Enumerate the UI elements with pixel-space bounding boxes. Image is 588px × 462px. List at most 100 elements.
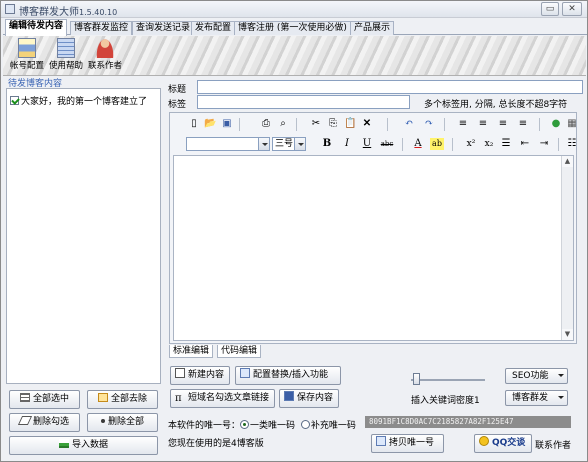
editor-scrollbar[interactable]: ▲ ▼ bbox=[561, 156, 573, 340]
account-config-tool[interactable]: 帐号配置 bbox=[9, 38, 45, 74]
seo-dropdown[interactable]: SEO功能 bbox=[505, 368, 568, 384]
superscript-icon[interactable]: x² bbox=[465, 138, 477, 150]
font-family-select[interactable] bbox=[186, 137, 270, 151]
editor-content-area[interactable]: ▲ ▼ bbox=[173, 155, 574, 341]
ordered-list-icon[interactable]: ☰ bbox=[500, 138, 512, 150]
strikethrough-icon[interactable]: abc bbox=[378, 138, 396, 150]
import-data-button[interactable]: 导入数据 bbox=[9, 436, 158, 455]
new-content-button[interactable]: 新建内容 bbox=[170, 366, 230, 385]
title-bar: 博客群发大师1.5.40.10 ▭ ✕ bbox=[1, 1, 587, 18]
cut-icon[interactable]: ✂ bbox=[310, 118, 322, 130]
paste-icon[interactable]: 📋 bbox=[344, 118, 356, 130]
list-item[interactable]: 大家好，我的第一个博客建立了 bbox=[10, 94, 147, 107]
help-tool[interactable]: 使用帮助 bbox=[48, 38, 84, 74]
title-label: 标题 bbox=[168, 85, 187, 95]
font-color-icon[interactable]: A bbox=[412, 138, 424, 150]
bold-icon[interactable]: B bbox=[321, 138, 333, 150]
tags-label: 标签 bbox=[168, 100, 187, 110]
tab-edit-content[interactable]: 编辑待发内容 bbox=[5, 19, 68, 36]
short-link-button[interactable]: π 短域名勾选文章链接 bbox=[170, 389, 275, 408]
toolbar-separator bbox=[402, 138, 403, 151]
color-icon[interactable]: ● bbox=[550, 118, 562, 130]
close-button[interactable]: ✕ bbox=[562, 2, 582, 16]
print-icon[interactable]: ⎙ bbox=[260, 118, 272, 130]
post-list: 大家好，我的第一个博客建立了 bbox=[6, 88, 161, 384]
dot-icon bbox=[100, 419, 105, 423]
tags-input[interactable] bbox=[197, 95, 410, 109]
table-icon[interactable]: ▦ bbox=[566, 118, 578, 130]
new-doc-icon[interactable]: ▯ bbox=[188, 118, 200, 130]
tab-send-records[interactable]: 查询发送记录 bbox=[132, 21, 195, 35]
indent-icon[interactable]: ⇥ bbox=[538, 138, 550, 150]
open-folder-icon[interactable]: 📂 bbox=[204, 118, 216, 130]
keyword-density-slider[interactable] bbox=[411, 373, 485, 385]
version-note: 您现在使用的是4博客版 bbox=[168, 439, 264, 449]
outdent-icon[interactable]: ⇤ bbox=[519, 138, 531, 150]
left-panel: 待发博客内容 大家好，我的第一个博客建立了 全部选中 全部去除 删除勾选 删除全… bbox=[4, 76, 163, 461]
undo-icon[interactable]: ↶ bbox=[403, 118, 415, 130]
subscript-icon[interactable]: x₂ bbox=[483, 138, 495, 150]
scroll-up-icon[interactable]: ▲ bbox=[562, 156, 573, 167]
font-size-select[interactable]: 三号 bbox=[272, 137, 306, 151]
highlight-icon[interactable]: ab bbox=[430, 138, 444, 150]
slider-track bbox=[411, 379, 485, 381]
post-checkbox[interactable] bbox=[10, 96, 19, 105]
deselect-all-button[interactable]: 全部去除 bbox=[87, 390, 158, 409]
toolbar-separator bbox=[452, 138, 453, 151]
contact-author-link[interactable]: 联系作者 bbox=[535, 438, 571, 451]
qq-icon bbox=[479, 436, 489, 446]
main-tabs: 编辑待发内容 博客群发监控 查询发送记录 发布配置 博客注册 (第一次使用必做)… bbox=[3, 19, 587, 36]
toolbar-separator bbox=[239, 118, 240, 131]
radio-type1[interactable] bbox=[240, 420, 250, 429]
save-icon[interactable]: ▣ bbox=[221, 118, 233, 130]
save-content-button[interactable]: 保存内容 bbox=[279, 389, 339, 408]
config-replace-button[interactable]: 配置替换/插入功能 bbox=[235, 366, 341, 385]
unique-code-label: 本软件的唯一号： 一类唯一码 补充唯一码 bbox=[168, 420, 356, 431]
toolbar-separator bbox=[296, 118, 297, 131]
toolbar-separator bbox=[539, 118, 540, 131]
copy-icon bbox=[376, 436, 386, 446]
editor-toolbar-row-1: ▯ 📂 ▣ ⎙ ⌕ ✂ ⎘ 📋 ✕ ↶ ↷ ≡ ≡ ≡ ≡ ● ▦ bbox=[172, 116, 578, 134]
app-icon bbox=[5, 4, 15, 14]
chevron-down-icon bbox=[558, 396, 564, 402]
blog-send-dropdown[interactable]: 博客群发 bbox=[505, 390, 568, 406]
select-all-button[interactable]: 全部选中 bbox=[9, 390, 80, 409]
tab-standard-edit[interactable]: 标准编辑 bbox=[169, 345, 214, 358]
qq-chat-button[interactable]: QQ交谈 bbox=[474, 434, 532, 453]
tab-send-monitor[interactable]: 博客群发监控 bbox=[70, 21, 133, 35]
title-input[interactable] bbox=[197, 80, 583, 94]
tab-products[interactable]: 产品展示 bbox=[350, 21, 395, 35]
italic-icon[interactable]: I bbox=[341, 138, 353, 150]
eraser-icon bbox=[17, 416, 33, 425]
preview-icon[interactable]: ⌕ bbox=[277, 118, 289, 130]
copy-icon[interactable]: ⎘ bbox=[327, 118, 339, 130]
delete-all-button[interactable]: 删除全部 bbox=[87, 413, 158, 432]
align-center-icon[interactable]: ≡ bbox=[477, 118, 489, 130]
redo-icon[interactable]: ↷ bbox=[423, 118, 435, 130]
slider-thumb[interactable] bbox=[413, 373, 420, 385]
justify-icon[interactable]: ≡ bbox=[517, 118, 529, 130]
toolbar-separator bbox=[387, 118, 388, 131]
keyword-density-label: 插入关键词密度1 bbox=[411, 396, 480, 406]
delete-checked-button[interactable]: 删除勾选 bbox=[9, 413, 80, 432]
copy-unique-code-button[interactable]: 拷贝唯一号 bbox=[371, 434, 444, 453]
align-left-icon[interactable]: ≡ bbox=[457, 118, 469, 130]
delete-icon[interactable]: ✕ bbox=[361, 118, 373, 130]
app-window: 博客群发大师1.5.40.10 ▭ ✕ 编辑待发内容 博客群发监控 查询发送记录… bbox=[0, 0, 588, 462]
unordered-list-icon[interactable]: ☷ bbox=[566, 138, 578, 150]
align-right-icon[interactable]: ≡ bbox=[497, 118, 509, 130]
help-book-icon bbox=[57, 38, 75, 58]
tab-publish-config[interactable]: 发布配置 bbox=[191, 21, 236, 35]
account-config-icon bbox=[18, 38, 36, 58]
tab-blog-register[interactable]: 博客注册 (第一次使用必做) bbox=[234, 21, 351, 35]
tab-code-edit[interactable]: 代码编辑 bbox=[217, 345, 262, 358]
radio-supplementary[interactable] bbox=[300, 420, 310, 429]
contact-author-tool[interactable]: 联系作者 bbox=[87, 38, 123, 74]
chevron-down-icon bbox=[258, 138, 269, 150]
underline-icon[interactable]: U bbox=[361, 138, 373, 150]
minimize-button[interactable]: ▭ bbox=[541, 2, 559, 16]
chevron-down-icon bbox=[294, 138, 305, 150]
scroll-down-icon[interactable]: ▼ bbox=[562, 329, 573, 340]
window-title: 博客群发大师1.5.40.10 bbox=[19, 7, 118, 18]
chevron-down-icon bbox=[558, 374, 564, 380]
